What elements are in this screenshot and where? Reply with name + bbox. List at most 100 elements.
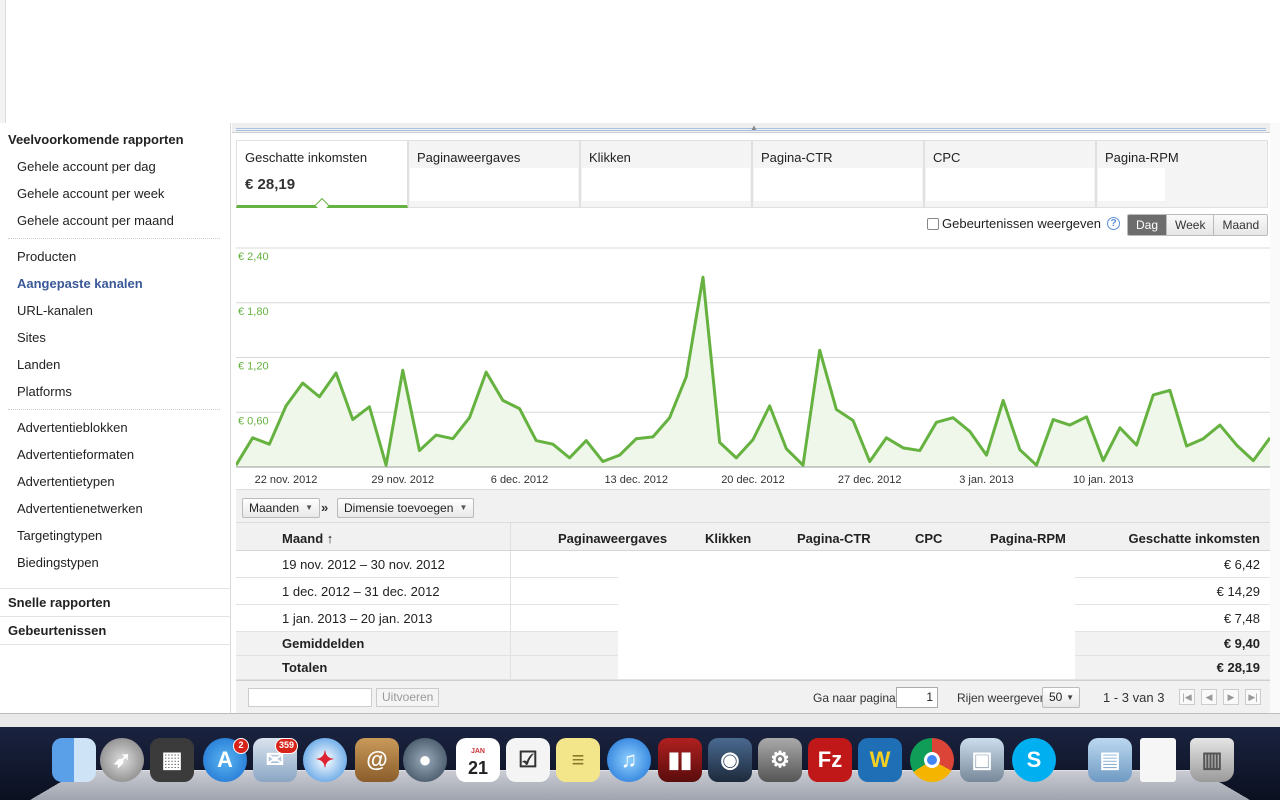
row-month: 1 dec. 2012 – 31 dec. 2012	[282, 584, 440, 599]
sidebar-item-ad-units[interactable]: Advertentieblokken	[17, 420, 128, 435]
sidebar-section-events[interactable]: Gebeurtenissen	[8, 623, 106, 638]
sidebar-item-ad-formats[interactable]: Advertentieformaten	[17, 447, 134, 462]
metric-tab-page-ctr[interactable]: Pagina-CTR	[752, 140, 924, 208]
last-page-icon[interactable]: ▶|	[1245, 689, 1261, 705]
contacts-icon[interactable]: @	[355, 738, 399, 782]
reminders-icon[interactable]: ☑	[506, 738, 550, 782]
chart-point	[385, 464, 388, 467]
trash-icon[interactable]: ▥	[1190, 738, 1234, 782]
column-header-clicks[interactable]: Klikken	[705, 531, 751, 546]
documents-stack-icon[interactable]	[1140, 738, 1176, 782]
chart-point	[418, 449, 421, 452]
chart-point	[318, 395, 321, 398]
sidebar-section-common[interactable]: Veelvoorkomende rapporten	[8, 132, 184, 147]
safari-icon[interactable]: ✦	[303, 738, 347, 782]
filezilla-icon[interactable]: Fz	[808, 738, 852, 782]
launchpad-icon[interactable]: ➶	[100, 738, 144, 782]
chart-point	[368, 405, 371, 408]
breadcrumb-separator: »	[321, 500, 329, 515]
metric-tab-clicks[interactable]: Klikken	[580, 140, 752, 208]
y-tick-label: € 2,40	[238, 251, 269, 263]
chart-point	[735, 456, 738, 459]
column-header-page-rpm[interactable]: Pagina-RPM	[990, 531, 1066, 546]
metric-tab-estimated-earnings[interactable]: Geschatte inkomsten € 28,19	[236, 140, 408, 213]
sidebar-item-sites[interactable]: Sites	[17, 330, 46, 345]
chart-point	[1135, 444, 1138, 447]
sidebar-item-platforms[interactable]: Platforms	[17, 384, 72, 399]
skype-icon[interactable]: S	[1012, 738, 1056, 782]
period-month-button[interactable]: Maand	[1214, 215, 1268, 235]
chart-series-line	[236, 275, 1270, 467]
sidebar-item-account-month[interactable]: Gehele account per maand	[17, 213, 174, 228]
period-week-button[interactable]: Week	[1167, 215, 1215, 235]
column-header-pageviews[interactable]: Paginaweergaves	[558, 531, 667, 546]
dimension-dropdown-label: Maanden	[249, 501, 300, 515]
notes-icon[interactable]: ≡	[556, 738, 600, 782]
y-tick-label: € 0,60	[238, 415, 269, 427]
dimension-dropdown[interactable]: Maanden ▼	[242, 498, 321, 518]
metric-tab-cpc[interactable]: CPC	[924, 140, 1096, 208]
chart-point	[585, 439, 588, 442]
preview-icon[interactable]: ▣	[960, 738, 1004, 782]
next-page-icon[interactable]: ▶	[1223, 689, 1239, 705]
finder-icon[interactable]	[52, 738, 96, 782]
chart-point	[985, 454, 988, 457]
sidebar-item-url-channels[interactable]: URL-kanalen	[17, 303, 93, 318]
run-button[interactable]: Uitvoeren	[376, 688, 440, 707]
events-checkbox[interactable]	[927, 217, 939, 230]
filter-input[interactable]	[248, 688, 372, 707]
mail-badge: 359	[275, 738, 299, 754]
sidebar-divider	[0, 616, 231, 617]
chart-point	[918, 449, 921, 452]
sidebar-item-ad-networks[interactable]: Advertentienetwerken	[17, 501, 143, 516]
rows-per-page-select[interactable]: 50 ▼	[1042, 687, 1080, 708]
chart-point	[1035, 464, 1038, 467]
column-divider	[510, 632, 511, 655]
help-icon[interactable]: ?	[1107, 217, 1120, 230]
sidebar-section-quick[interactable]: Snelle rapporten	[8, 595, 111, 610]
sidebar-item-products[interactable]: Producten	[17, 249, 76, 264]
add-dimension-dropdown[interactable]: Dimensie toevoegen ▼	[337, 498, 475, 518]
applications-folder-icon[interactable]: ▤	[1088, 738, 1132, 782]
events-toggle[interactable]: Gebeurtenissen weergeven ?	[927, 216, 1120, 231]
metric-tab-label: Paginaweergaves	[417, 150, 521, 165]
column-header-page-ctr[interactable]: Pagina-CTR	[797, 531, 871, 546]
hidden-metric-columns	[618, 551, 1075, 679]
column-header-estimated-earnings[interactable]: Geschatte inkomsten	[1129, 531, 1261, 546]
sidebar-item-countries[interactable]: Landen	[17, 357, 60, 372]
metric-tab-value-area	[410, 168, 578, 201]
period-day-button[interactable]: Dag	[1128, 215, 1168, 235]
calendar-icon[interactable]: JAN 21	[456, 738, 500, 782]
metric-tab-pageviews[interactable]: Paginaweergaves	[408, 140, 580, 208]
system-preferences-icon[interactable]: ⚙	[758, 738, 802, 782]
wordpress-client-icon[interactable]: W	[858, 738, 902, 782]
chart-point	[802, 464, 805, 467]
iphoto-icon[interactable]: ◉	[708, 738, 752, 782]
goto-page-input[interactable]: 1	[896, 687, 938, 708]
sidebar-item-bid-types[interactable]: Biedingstypen	[17, 555, 99, 570]
previous-page-icon[interactable]: ◀	[1201, 689, 1217, 705]
facetime-icon[interactable]: ●	[403, 738, 447, 782]
first-page-icon[interactable]: |◀	[1179, 689, 1195, 705]
sidebar-item-ad-types[interactable]: Advertentietypen	[17, 474, 115, 489]
itunes-icon[interactable]: ♫	[607, 738, 651, 782]
chart-point	[535, 439, 538, 442]
calendar-day: 21	[467, 758, 489, 778]
mission-control-icon[interactable]: ▦	[150, 738, 194, 782]
table-header: Maand ↑ Paginaweergaves Klikken Pagina-C…	[236, 523, 1270, 551]
events-label: Gebeurtenissen weergeven	[942, 216, 1101, 231]
add-dimension-label: Dimensie toevoegen	[344, 501, 454, 515]
window-edge	[0, 0, 6, 123]
sidebar-item-account-week[interactable]: Gehele account per week	[17, 186, 164, 201]
chart-point	[568, 456, 571, 459]
sidebar-item-account-day[interactable]: Gehele account per dag	[17, 159, 156, 174]
sidebar-item-custom-channels[interactable]: Aangepaste kanalen	[17, 276, 143, 291]
photo-booth-icon[interactable]: ▮▮	[658, 738, 702, 782]
chrome-icon[interactable]	[910, 738, 954, 782]
column-header-cpc[interactable]: CPC	[915, 531, 942, 546]
sidebar-item-targeting-types[interactable]: Targetingtypen	[17, 528, 102, 543]
chart-point	[1235, 444, 1238, 447]
metric-tab-page-rpm[interactable]: Pagina-RPM	[1096, 140, 1268, 208]
collapse-triangle-icon[interactable]: ▲	[748, 124, 760, 132]
column-header-month[interactable]: Maand ↑	[282, 531, 333, 546]
